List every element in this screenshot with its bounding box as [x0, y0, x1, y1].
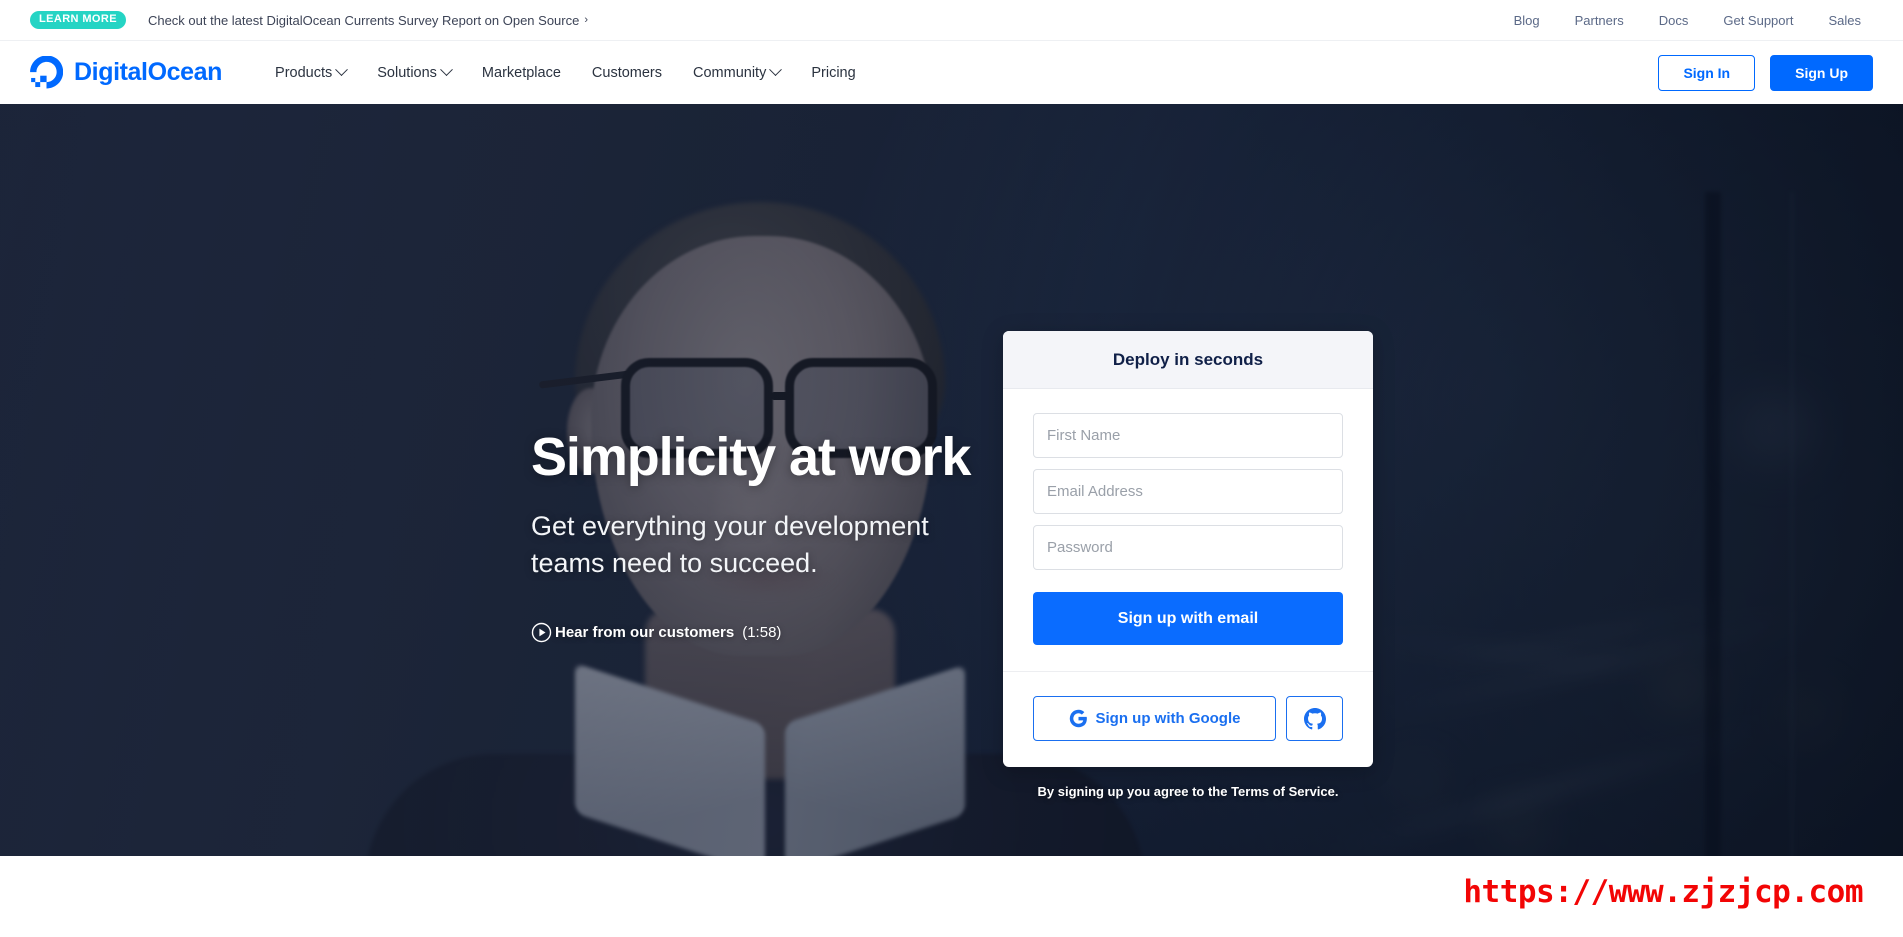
top-link-docs[interactable]: Docs: [1659, 13, 1689, 28]
github-icon: [1303, 707, 1326, 729]
sign-up-with-github-button[interactable]: [1286, 696, 1343, 741]
signup-panel: Deploy in seconds Sign up with email: [1003, 331, 1373, 799]
sign-up-button[interactable]: Sign Up: [1770, 54, 1873, 91]
top-link-get-support[interactable]: Get Support: [1723, 13, 1793, 28]
terms-of-service-text[interactable]: By signing up you agree to the Terms of …: [1003, 784, 1373, 799]
nav-item-products[interactable]: Products: [275, 63, 349, 81]
chevron-down-icon: [440, 63, 453, 77]
learn-more-badge[interactable]: LEARN MORE: [30, 11, 126, 29]
signup-form: Sign up with email: [1003, 389, 1373, 671]
nav-item-solutions[interactable]: Solutions: [377, 63, 453, 81]
main-navigation: DigitalOcean Products Solutions Marketpl…: [0, 41, 1903, 104]
chevron-right-icon: ›: [584, 14, 589, 26]
nav-item-solutions-label: Solutions: [377, 64, 437, 81]
nav-item-community-label: Community: [693, 64, 767, 81]
auth-buttons: Sign In Sign Up: [1658, 54, 1873, 91]
nav-item-pricing[interactable]: Pricing: [811, 65, 855, 81]
hero-content: Simplicity at work Get everything your d…: [0, 104, 1903, 856]
chevron-down-icon: [335, 63, 349, 77]
footer-area: https://www.zjzjcp.com: [0, 856, 1903, 937]
nav-item-customers[interactable]: Customers: [592, 65, 662, 81]
nav-item-customers-label: Customers: [591, 64, 663, 81]
nav-items: Products Solutions Marketplace Customers…: [275, 63, 856, 81]
announcement-bar: LEARN MORE Check out the latest DigitalO…: [0, 0, 1903, 41]
play-circle-icon: [531, 622, 552, 643]
top-link-sales[interactable]: Sales: [1828, 13, 1861, 28]
nav-item-marketplace-label: Marketplace: [481, 64, 561, 81]
hero-section: Simplicity at work Get everything your d…: [0, 104, 1903, 856]
hero-copy-block: Simplicity at work Get everything your d…: [531, 427, 971, 648]
hero-subheadline: Get everything your development teams ne…: [531, 510, 929, 578]
password-input[interactable]: [1033, 525, 1343, 570]
nav-item-products-label: Products: [275, 64, 333, 81]
google-button-label: Sign up with Google: [1095, 710, 1241, 727]
chevron-down-icon: [769, 63, 783, 77]
nav-item-pricing-label: Pricing: [811, 64, 856, 81]
google-g-icon: [1069, 709, 1087, 728]
nav-item-marketplace[interactable]: Marketplace: [482, 65, 561, 81]
email-address-input[interactable]: [1033, 469, 1343, 514]
social-signup-row: Sign up with Google: [1003, 672, 1373, 767]
hero-video-label: Hear from our customers: [555, 624, 735, 642]
top-link-blog[interactable]: Blog: [1514, 13, 1540, 28]
top-utility-links: Blog Partners Docs Get Support Sales: [1514, 13, 1861, 28]
logo-wordmark: DigitalOcean: [74, 58, 223, 86]
announcement-text[interactable]: Check out the latest DigitalOcean Curren…: [148, 13, 579, 28]
signup-card-heading: Deploy in seconds: [1003, 331, 1373, 389]
signup-card: Deploy in seconds Sign up with email: [1003, 331, 1373, 767]
hero-video-duration: (1:58): [742, 624, 782, 642]
hero-headline: Simplicity at work: [531, 427, 971, 487]
hero-video-link[interactable]: Hear from our customers (1:58): [531, 622, 781, 643]
sign-up-with-google-button[interactable]: Sign up with Google: [1033, 696, 1276, 741]
first-name-input[interactable]: [1033, 413, 1343, 458]
digitalocean-droplet-icon: [30, 56, 63, 89]
top-link-partners[interactable]: Partners: [1575, 13, 1624, 28]
sign-in-button[interactable]: Sign In: [1658, 54, 1756, 91]
sign-up-with-email-button[interactable]: Sign up with email: [1033, 592, 1343, 645]
digitalocean-logo[interactable]: DigitalOcean: [30, 56, 222, 89]
watermark-url: https://www.zjzjcp.com: [1463, 874, 1863, 910]
nav-item-community[interactable]: Community: [693, 63, 783, 81]
